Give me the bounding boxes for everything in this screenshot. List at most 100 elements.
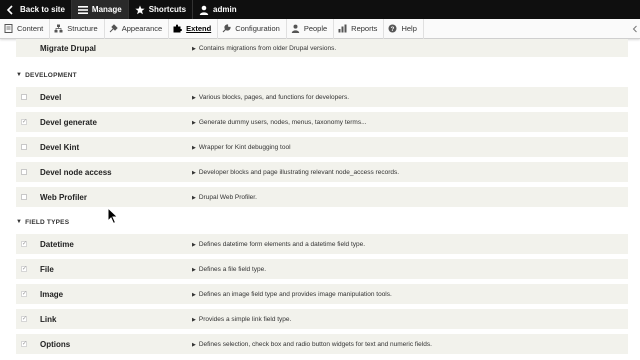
user-tab[interactable]: admin — [193, 0, 243, 19]
module-name: Migrate Drupal — [40, 43, 97, 53]
module-description-toggle[interactable]: ▶ Defines selection, check box and radio … — [192, 341, 432, 348]
module-description-toggle[interactable]: ▶ Drupal Web Profiler. — [192, 194, 257, 201]
triangle-right-icon: ▶ — [192, 316, 196, 323]
module-name: Devel — [40, 92, 62, 102]
module-checkbox[interactable]: ✓ — [21, 316, 27, 322]
reports-icon — [338, 24, 347, 33]
tray-item-structure[interactable]: Structure — [50, 18, 105, 39]
manage-label: Manage — [91, 5, 122, 14]
user-icon — [199, 5, 209, 15]
module-row-options: ✓ Options ▶ Defines selection, check box … — [16, 334, 628, 354]
section-title: DEVELOPMENT — [25, 71, 77, 79]
tray-item-help[interactable]: ? Help — [384, 18, 424, 39]
module-row-link: ✓ Link ▶ Provides a simple link field typ… — [16, 309, 628, 329]
module-description-toggle[interactable]: ▶ Various blocks, pages, and functions fo… — [192, 94, 349, 101]
module-description-toggle[interactable]: ▶ Provides a simple link field type. — [192, 316, 291, 323]
tray-item-label: Reports — [351, 24, 378, 33]
mouse-cursor-icon — [107, 206, 119, 225]
section-title: FIELD TYPES — [25, 218, 70, 226]
tray-item-label: People — [303, 24, 328, 33]
triangle-right-icon: ▶ — [192, 45, 196, 52]
back-to-site-link[interactable]: Back to site — [0, 0, 71, 19]
module-row-file: ✓ File ▶ Defines a file field type. — [16, 259, 628, 279]
module-checkbox[interactable]: ✓ — [21, 291, 27, 297]
triangle-right-icon: ▶ — [192, 94, 196, 101]
module-description-toggle[interactable]: ▶ Wrapper for Kint debugging tool — [192, 144, 291, 151]
help-icon: ? — [388, 24, 397, 33]
module-row-web-profiler: Web Profiler ▶ Drupal Web Profiler. — [16, 187, 628, 207]
tray-item-label: Help — [401, 24, 417, 33]
svg-text:?: ? — [391, 27, 395, 33]
module-row-devel-generate: ✓ Devel generate ▶ Generate dummy users, … — [16, 112, 628, 132]
shortcuts-label: Shortcuts — [148, 5, 187, 14]
triangle-right-icon: ▶ — [192, 266, 196, 273]
module-name: Web Profiler — [40, 192, 87, 202]
module-description: Defines selection, check box and radio b… — [198, 340, 432, 348]
module-checkbox[interactable] — [21, 194, 27, 200]
module-name: Devel node access — [40, 167, 112, 177]
section-development[interactable]: ▼ DEVELOPMENT — [16, 65, 628, 85]
manage-tab[interactable]: Manage — [71, 0, 128, 19]
tray-item-extend[interactable]: Extend — [169, 18, 219, 39]
triangle-right-icon: ▶ — [192, 169, 196, 176]
tray-item-reports[interactable]: Reports — [334, 18, 385, 39]
star-icon — [135, 5, 145, 15]
module-row-devel-kint: Devel Kint ▶ Wrapper for Kint debugging t… — [16, 137, 628, 157]
admin-tray: Content Structure Appearance Extend Conf… — [0, 18, 640, 39]
module-checkbox[interactable]: ✓ — [21, 341, 27, 347]
module-description-toggle[interactable]: ▶ Contains migrations from older Drupal v… — [192, 45, 336, 52]
module-description-toggle[interactable]: ▶ Defines an image field type and provide… — [192, 291, 392, 298]
module-name: Link — [40, 314, 57, 324]
tray-item-label: Content — [17, 24, 44, 33]
tray-item-people[interactable]: People — [287, 18, 335, 39]
admin-toolbar: Back to site Manage Shortcuts admin — [0, 0, 640, 19]
triangle-down-icon: ▼ — [16, 72, 23, 78]
module-row-devel-node-access: Devel node access ▶ Developer blocks and … — [16, 162, 628, 182]
appearance-icon — [109, 24, 118, 33]
module-description: Generate dummy users, nodes, menus, taxo… — [198, 118, 367, 126]
module-name: File — [40, 264, 54, 274]
module-description: Various blocks, pages, and functions for… — [198, 93, 350, 101]
module-checkbox[interactable] — [21, 144, 27, 150]
tray-item-label: Structure — [67, 24, 98, 33]
tray-item-label: Appearance — [121, 24, 163, 33]
shortcuts-tab[interactable]: Shortcuts — [129, 0, 192, 19]
back-to-site-label: Back to site — [20, 5, 65, 14]
module-row-datetime: ✓ Datetime ▶ Defines datetime form elemen… — [16, 234, 628, 254]
tray-item-label: Extend — [186, 24, 212, 33]
wrench-icon — [222, 24, 231, 33]
module-checkbox[interactable] — [21, 169, 27, 175]
module-checkbox[interactable]: ✓ — [21, 266, 27, 272]
people-icon — [291, 24, 300, 33]
user-label: admin — [213, 5, 237, 14]
module-description: Defines a file field type. — [198, 265, 267, 273]
tray-item-configuration[interactable]: Configuration — [218, 18, 287, 39]
module-checkbox[interactable]: ✓ — [21, 241, 27, 247]
module-description: Defines an image field type and provides… — [198, 290, 392, 298]
module-description-toggle[interactable]: ▶ Defines a file field type. — [192, 266, 266, 273]
module-description-toggle[interactable]: ▶ Generate dummy users, nodes, menus, tax… — [192, 119, 367, 126]
tray-item-appearance[interactable]: Appearance — [105, 18, 170, 39]
triangle-right-icon: ▶ — [192, 341, 196, 348]
triangle-down-icon: ▼ — [16, 219, 23, 225]
module-name: Devel generate — [40, 117, 97, 127]
tray-orientation-toggle[interactable] — [630, 19, 640, 39]
extend-icon — [173, 24, 183, 33]
module-name: Devel Kint — [40, 142, 80, 152]
module-description: Provides a simple link field type. — [198, 315, 292, 323]
chevron-left-icon — [632, 20, 638, 38]
module-description: Drupal Web Profiler. — [198, 193, 257, 201]
triangle-right-icon: ▶ — [192, 291, 196, 298]
module-checkbox[interactable]: ✓ — [21, 119, 27, 125]
module-row-image: ✓ Image ▶ Defines an image field type and… — [16, 284, 628, 304]
module-name: Options — [40, 339, 71, 349]
module-description-toggle[interactable]: ▶ Developer blocks and page illustrating … — [192, 169, 399, 176]
module-description-toggle[interactable]: ▶ Defines datetime form elements and a da… — [192, 241, 365, 248]
content-icon — [4, 24, 13, 33]
tray-item-content[interactable]: Content — [0, 18, 51, 39]
module-list: Migrate Drupal ▶ Contains migrations from… — [16, 39, 628, 359]
structure-icon — [54, 24, 63, 33]
triangle-right-icon: ▶ — [192, 194, 196, 201]
menu-icon — [77, 5, 88, 15]
module-checkbox[interactable] — [21, 94, 27, 100]
